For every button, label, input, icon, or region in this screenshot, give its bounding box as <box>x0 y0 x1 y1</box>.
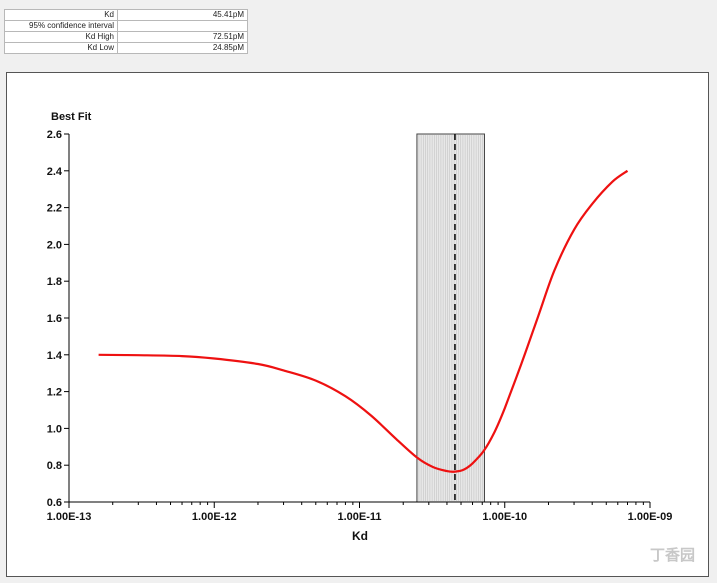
confidence-interval-band <box>416 133 485 503</box>
row-label: Kd <box>4 9 118 21</box>
row-value <box>117 20 248 32</box>
table-row: Kd 45.41pM <box>4 9 248 21</box>
table-row: 95% confidence interval <box>4 20 248 32</box>
y-tick-label: 1.2 <box>47 387 62 399</box>
axes-layer: 0.6 0.8 1.0 1.2 1.4 1.6 1.8 2.0 2.2 2.4 2.6 1.00E-1… <box>47 129 673 523</box>
y-tick-label: 1.0 <box>47 423 62 435</box>
table-row: Kd High 72.51pM <box>4 31 248 43</box>
results-table: Kd 45.41pM 95% confidence interval Kd Hi… <box>4 9 248 54</box>
y-tick-label: 2.0 <box>47 239 62 251</box>
row-value: 72.51pM <box>117 31 248 43</box>
y-tick-label: 2.4 <box>47 166 63 178</box>
series-layer <box>98 169 629 473</box>
best-fit-chart: 0.6 0.8 1.0 1.2 1.4 1.6 1.8 2.0 2.2 2.4 2.6 1.00E-1… <box>47 111 673 543</box>
y-tick-label: 1.4 <box>47 350 63 362</box>
x-tick-label: 1.00E-11 <box>337 511 381 523</box>
chart-panel: 0.6 0.8 1.0 1.2 1.4 1.6 1.8 2.0 2.2 2.4 2.6 1.00E-1… <box>6 72 709 577</box>
best-fit-curve <box>98 169 629 473</box>
x-tick-label: 1.00E-13 <box>47 511 92 523</box>
x-axis-title: Kd <box>352 529 368 543</box>
row-value: 45.41pM <box>117 9 248 21</box>
x-tick-label: 1.00E-10 <box>482 511 527 523</box>
watermark-logo: 丁香园 <box>649 546 695 564</box>
row-label: Kd Low <box>4 42 118 54</box>
table-row: Kd Low 24.85pM <box>4 42 248 54</box>
row-label: 95% confidence interval <box>4 20 118 32</box>
y-tick-label: 1.6 <box>47 313 62 325</box>
y-axis-title: Best Fit <box>51 111 92 123</box>
y-tick-label: 0.6 <box>47 497 62 509</box>
y-tick-label: 1.8 <box>47 276 62 288</box>
row-label: Kd High <box>4 31 118 43</box>
y-tick-label: 0.8 <box>47 460 62 472</box>
x-tick-label: 1.00E-12 <box>192 511 237 523</box>
y-tick-label: 2.2 <box>47 203 62 215</box>
y-tick-label: 2.6 <box>47 129 62 141</box>
row-value: 24.85pM <box>117 42 248 54</box>
confidence-band-layer <box>416 133 485 503</box>
x-tick-label: 1.00E-09 <box>628 511 673 523</box>
